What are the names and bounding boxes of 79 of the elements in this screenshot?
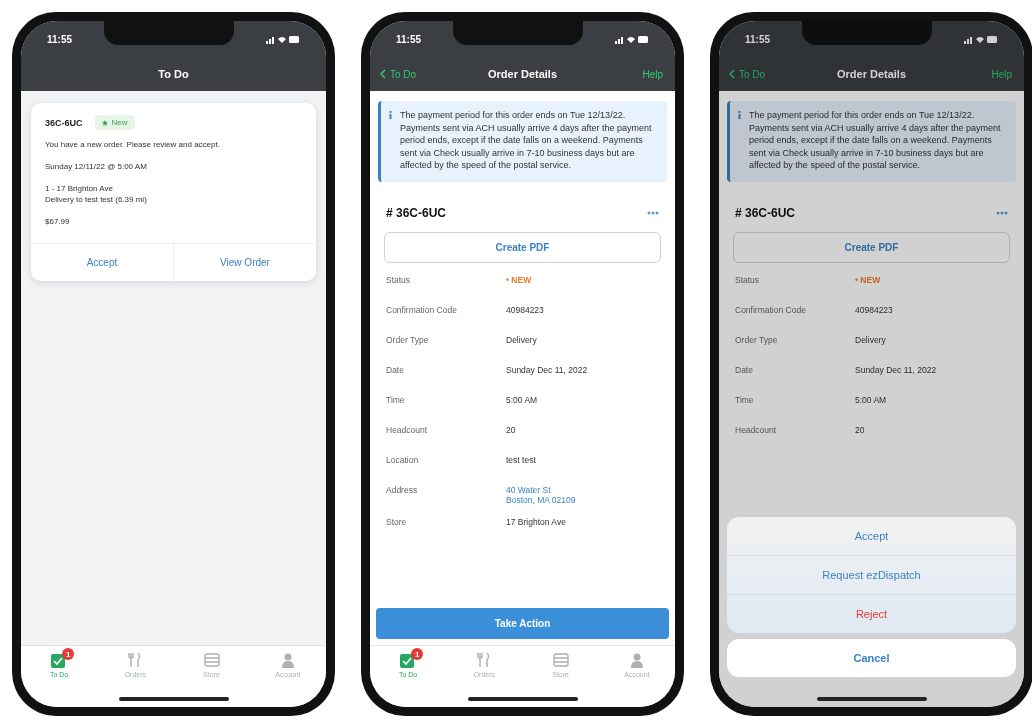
status-value: • NEW [506, 274, 532, 287]
chevron-left-icon [380, 69, 386, 79]
screen-title: To Do [158, 68, 189, 80]
order-number: # 36C-6UC [386, 205, 447, 220]
status-time: 11:55 [47, 33, 73, 45]
new-badge: New [94, 115, 135, 130]
more-icon[interactable] [996, 210, 1008, 215]
detail-value: Delivery [855, 334, 886, 347]
info-icon [389, 111, 392, 119]
detail-value: 40984223 [855, 304, 893, 317]
notification-badge: 1 [62, 648, 75, 660]
take-action-button[interactable]: Take Action [376, 608, 669, 639]
notice-text: The payment period for this order ends on Tue 12/13/22. [400, 109, 627, 122]
detail-label: Order Type [386, 334, 430, 347]
detail-label: Status [386, 274, 412, 287]
detail-label: Date [735, 364, 754, 377]
sheet-option[interactable]: Accept [727, 517, 1016, 556]
detail-value: Delivery [506, 334, 537, 347]
detail-label: Location [386, 454, 420, 467]
status-icons [964, 34, 998, 44]
chevron-left-icon [729, 69, 735, 79]
card-action-button[interactable]: View Order [173, 244, 316, 281]
notification-badge: 1 [411, 648, 424, 660]
order-id: 36C-6UC [45, 117, 83, 128]
notice-text: The payment period for this order ends on Tue 12/13/22. [749, 109, 976, 122]
store-icon [552, 652, 569, 668]
status-value: • NEW [855, 274, 881, 287]
detail-label: Headcount [386, 424, 429, 437]
address-link[interactable]: 40 Water St Boston, MA 02109 [506, 484, 576, 505]
status-icons [266, 34, 300, 44]
detail-label: Time [386, 394, 406, 407]
screen-title: Order Details [836, 68, 907, 80]
detail-label: Confirmation Code [386, 304, 458, 317]
help-button[interactable]: Help [991, 68, 1012, 80]
store-icon [203, 652, 220, 668]
detail-value: Sunday Dec 11, 2022 [506, 364, 588, 377]
help-button[interactable]: Help [642, 68, 663, 80]
store-line: 1 - 17 Brighton Ave [45, 184, 114, 193]
status-time: 11:55 [745, 33, 771, 45]
person-icon [628, 652, 645, 668]
sheet-option[interactable]: Request ezDispatch [727, 556, 1016, 595]
detail-label: Store [386, 516, 408, 529]
detail-value: 20 [506, 424, 516, 437]
detail-label: Headcount [735, 424, 778, 437]
detail-label: Order Type [735, 334, 779, 347]
card-action-button[interactable]: Accept [31, 244, 173, 281]
status-icons [615, 34, 649, 44]
status-time: 11:55 [396, 33, 422, 45]
screen-title: Order Details [487, 68, 558, 80]
detail-label: Date [386, 364, 405, 377]
back-button[interactable]: To Do [729, 68, 766, 80]
detail-label: Status [735, 274, 761, 287]
notice-text: Payments sent via ACH usually arrive 4 days after the payment period ends, except if the date falls on a weekend. Payments sent via Check usually arrive in 7-10 business days but are affected by the speed of the postal service. [400, 121, 653, 172]
detail-value: 5:00 AM [855, 394, 887, 407]
detail-value: test test [506, 454, 536, 467]
notice-text: Payments sent via ACH usually arrive 4 days after the payment period ends, except if the date falls on a weekend. Payments sent via Check usually arrive in 7-10 business days but are affected by the speed of the postal service. [749, 121, 1002, 172]
sheet-option[interactable]: Reject [727, 595, 1016, 633]
delivery-line: Delivery to test test (6.39 mi) [45, 195, 148, 204]
checkbox-icon [51, 652, 68, 668]
detail-label: Confirmation Code [735, 304, 807, 317]
detail-label: Address [386, 484, 419, 497]
order-number: # 36C-6UC [735, 205, 796, 220]
more-icon[interactable] [647, 210, 659, 215]
detail-label: Time [735, 394, 755, 407]
order-total: $67.99 [45, 217, 71, 226]
order-message: You have a new order. Please review and accept. [45, 140, 221, 149]
order-schedule: Sunday 12/11/22 @ 5:00 AM [45, 162, 148, 171]
detail-value: Sunday Dec 11, 2022 [855, 364, 937, 377]
cancel-button[interactable]: Cancel [727, 639, 1016, 677]
info-icon [738, 111, 741, 119]
create-pdf-button[interactable]: Create PDF [384, 231, 661, 263]
detail-value: 5:00 AM [506, 394, 538, 407]
person-icon [279, 652, 296, 668]
back-button[interactable]: To Do [380, 68, 417, 80]
create-pdf-button[interactable]: Create PDF [733, 231, 1010, 263]
detail-value: 20 [855, 424, 865, 437]
detail-value: 17 Brighton Ave [506, 516, 566, 529]
detail-value: 40984223 [506, 304, 544, 317]
checkbox-icon [400, 652, 417, 668]
